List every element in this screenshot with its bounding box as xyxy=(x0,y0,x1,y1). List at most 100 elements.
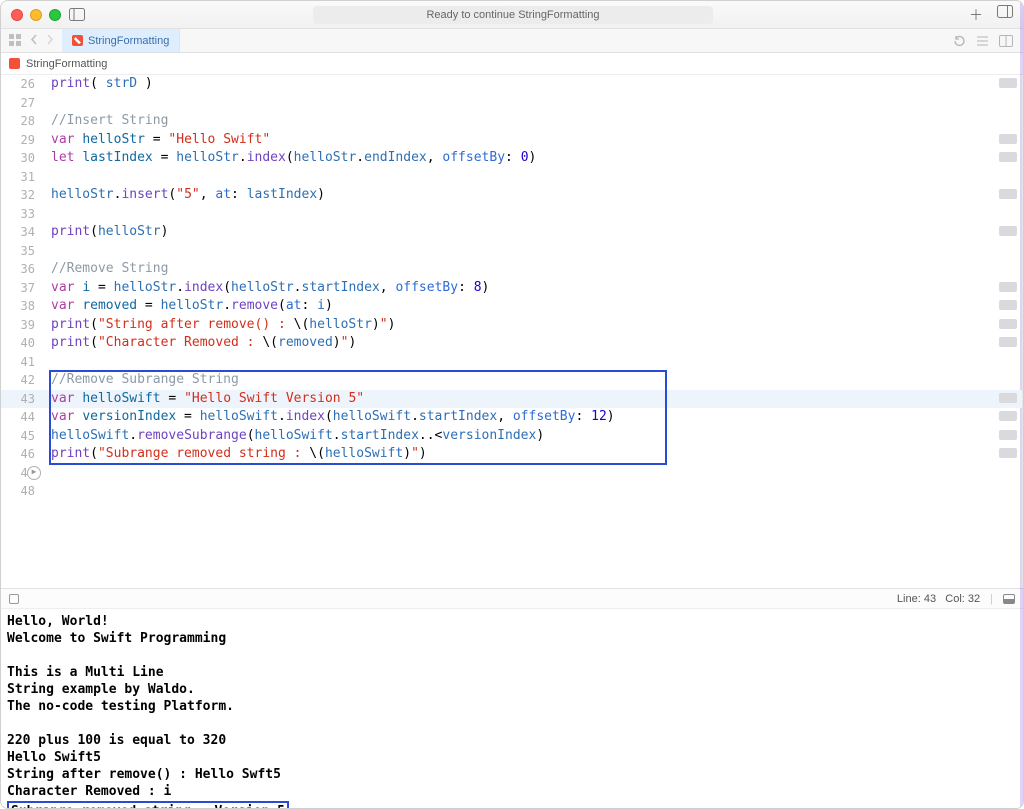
code-line[interactable]: 47 xyxy=(1,464,1023,483)
line-number: 36 xyxy=(1,260,45,279)
code-line[interactable]: 41 xyxy=(1,353,1023,372)
code-line[interactable]: 39print("String after remove() : \(hello… xyxy=(1,316,1023,335)
window-title-text: Ready to continue StringFormatting xyxy=(426,9,599,21)
code-line[interactable]: 30let lastIndex = helloStr.index(helloSt… xyxy=(1,149,1023,168)
console-line: Welcome to Swift Programming xyxy=(7,630,1017,647)
line-number: 35 xyxy=(1,242,45,261)
tab-label: StringFormatting xyxy=(88,35,169,47)
sidebar-toggle-icon[interactable] xyxy=(69,8,85,21)
titlebar: Ready to continue StringFormatting ＋ xyxy=(1,1,1023,29)
toggle-console-icon[interactable] xyxy=(1003,594,1015,604)
swift-file-icon xyxy=(72,35,83,46)
result-marker[interactable] xyxy=(999,189,1017,199)
console-line: Hello Swift5 xyxy=(7,749,1017,766)
line-number: 32 xyxy=(1,186,45,205)
swift-file-icon xyxy=(9,58,20,69)
code-line[interactable]: 26print( strD ) xyxy=(1,75,1023,94)
console-line: This is a Multi Line xyxy=(7,664,1017,681)
code-line[interactable]: 40print("Character Removed : \(removed)"… xyxy=(1,334,1023,353)
status-right: Line: 43 Col: 32 | xyxy=(897,593,1015,605)
editor-area: 26print( strD )2728//Insert String29var … xyxy=(1,75,1023,588)
tab-bar-right xyxy=(943,35,1023,47)
line-number: 44 xyxy=(1,408,45,427)
result-marker[interactable] xyxy=(999,300,1017,310)
status-divider: | xyxy=(990,593,993,605)
code-line[interactable]: 34print(helloStr) xyxy=(1,223,1023,242)
run-line-button[interactable]: ▶ xyxy=(27,466,41,480)
zoom-window-button[interactable] xyxy=(49,9,61,21)
jump-bar[interactable]: StringFormatting xyxy=(1,53,1023,75)
result-marker[interactable] xyxy=(999,393,1017,403)
code-line[interactable]: 37var i = helloStr.index(helloStr.startI… xyxy=(1,279,1023,298)
code-editor[interactable]: 26print( strD )2728//Insert String29var … xyxy=(1,75,1023,588)
debug-view-icon[interactable] xyxy=(9,594,19,604)
console-line: Hello, World! xyxy=(7,613,1017,630)
line-number: 40 xyxy=(1,334,45,353)
code-content: print("Subrange removed string : \(hello… xyxy=(45,445,1023,464)
code-content: helloSwift.removeSubrange(helloSwift.sta… xyxy=(45,427,1023,446)
result-marker[interactable] xyxy=(999,78,1017,88)
result-marker[interactable] xyxy=(999,134,1017,144)
result-marker[interactable] xyxy=(999,319,1017,329)
app-window: Ready to continue StringFormatting ＋ Str… xyxy=(0,0,1024,809)
code-content xyxy=(45,242,1023,261)
tab-bar: StringFormatting xyxy=(1,29,1023,53)
nav-forward-icon[interactable] xyxy=(46,34,54,47)
code-line[interactable]: 43var helloSwift = "Hello Swift Version … xyxy=(1,390,1023,409)
titlebar-right: ＋ xyxy=(969,5,1013,25)
code-content: //Remove String xyxy=(45,260,1023,279)
line-number: 30 xyxy=(1,149,45,168)
line-number: 31 xyxy=(1,168,45,187)
code-line[interactable]: 27 xyxy=(1,94,1023,113)
code-line[interactable]: 29var helloStr = "Hello Swift" xyxy=(1,131,1023,150)
code-content: var i = helloStr.index(helloStr.startInd… xyxy=(45,279,1023,298)
code-line[interactable]: 46print("Subrange removed string : \(hel… xyxy=(1,445,1023,464)
add-button[interactable]: ＋ xyxy=(969,5,983,25)
code-line[interactable]: 36//Remove String xyxy=(1,260,1023,279)
line-number: 37 xyxy=(1,279,45,298)
tab-stringformatting[interactable]: StringFormatting xyxy=(62,29,180,52)
editor-scrollbar[interactable] xyxy=(1022,75,1023,588)
nav-controls xyxy=(1,34,62,47)
code-content xyxy=(45,464,1023,483)
window-title[interactable]: Ready to continue StringFormatting xyxy=(313,6,713,24)
results-gutter xyxy=(993,75,1021,588)
close-window-button[interactable] xyxy=(11,9,23,21)
console-line: Character Removed : i xyxy=(7,783,1017,800)
code-line[interactable]: 44var versionIndex = helloSwift.index(he… xyxy=(1,408,1023,427)
code-line[interactable]: 35 xyxy=(1,242,1023,261)
code-line[interactable]: 33 xyxy=(1,205,1023,224)
code-line[interactable]: 38var removed = helloStr.remove(at: i) xyxy=(1,297,1023,316)
code-line[interactable]: 31 xyxy=(1,168,1023,187)
related-items-icon[interactable] xyxy=(9,34,22,47)
code-line[interactable]: 45helloSwift.removeSubrange(helloSwift.s… xyxy=(1,427,1023,446)
code-content xyxy=(45,482,1023,501)
window-controls xyxy=(11,9,61,21)
minimize-window-button[interactable] xyxy=(30,9,42,21)
adjust-editor-icon[interactable] xyxy=(976,35,989,47)
code-content: print(helloStr) xyxy=(45,223,1023,242)
code-content xyxy=(45,205,1023,224)
console-line xyxy=(7,647,1017,664)
console-line: String after remove() : Hello Swft5 xyxy=(7,766,1017,783)
code-line[interactable]: 32helloStr.insert("5", at: lastIndex) xyxy=(1,186,1023,205)
code-content: print( strD ) xyxy=(45,75,1023,94)
code-line[interactable]: 42//Remove Subrange String xyxy=(1,371,1023,390)
result-marker[interactable] xyxy=(999,430,1017,440)
result-marker[interactable] xyxy=(999,411,1017,421)
result-marker[interactable] xyxy=(999,337,1017,347)
nav-back-icon[interactable] xyxy=(30,34,38,47)
result-marker[interactable] xyxy=(999,152,1017,162)
code-content: //Remove Subrange String xyxy=(45,371,1023,390)
result-marker[interactable] xyxy=(999,448,1017,458)
cursor-position: Line: 43 Col: 32 xyxy=(897,593,980,605)
code-line[interactable]: 28//Insert String xyxy=(1,112,1023,131)
library-icon[interactable] xyxy=(997,5,1013,25)
line-number: 45 xyxy=(1,427,45,446)
refresh-icon[interactable] xyxy=(953,35,966,47)
split-editor-icon[interactable] xyxy=(999,35,1013,47)
result-marker[interactable] xyxy=(999,226,1017,236)
code-line[interactable]: 48 xyxy=(1,482,1023,501)
console-output[interactable]: Hello, World!Welcome to Swift Programmin… xyxy=(1,608,1023,808)
result-marker[interactable] xyxy=(999,282,1017,292)
